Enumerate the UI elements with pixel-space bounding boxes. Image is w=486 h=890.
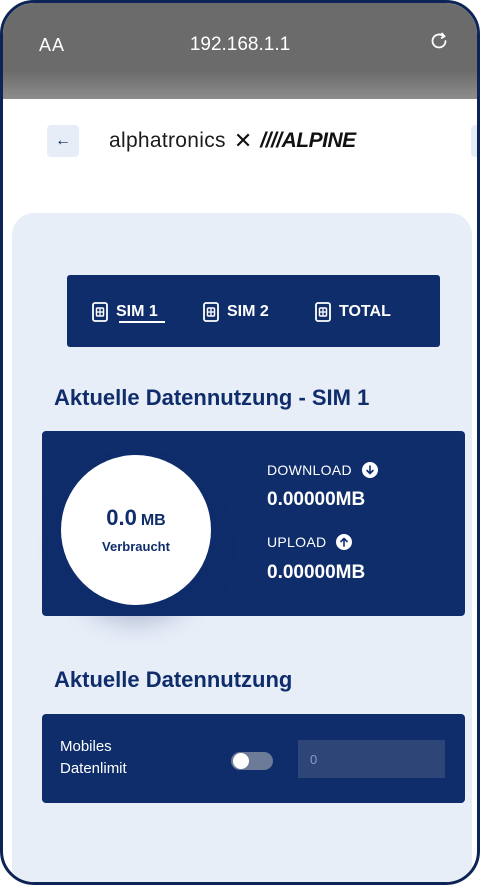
sim-card-icon xyxy=(315,302,331,322)
hamburger-icon: ≡ xyxy=(479,133,480,150)
download-label: DOWNLOAD xyxy=(267,462,352,478)
limit-title: Aktuelle Datennutzung xyxy=(54,667,293,692)
phone-screen: AA 192.168.1.1 ← alphatronics ✕ ////ALPI… xyxy=(0,0,486,890)
used-circle: 0.0 MB Verbraucht xyxy=(61,455,211,605)
tab-sim-2[interactable]: SIM 2 xyxy=(203,297,269,327)
tab-sim-1-label: SIM 1 xyxy=(116,303,158,320)
address-bar-shade xyxy=(3,71,477,99)
used-value-row: 0.0 MB xyxy=(61,505,211,531)
upload-label: UPLOAD xyxy=(267,534,327,550)
sim-card-icon xyxy=(203,302,219,322)
logo-cross-icon: ✕ xyxy=(233,128,253,153)
browser-address-bar: AA 192.168.1.1 xyxy=(3,3,477,99)
mobile-limit-label-line1: Mobiles xyxy=(60,738,112,755)
back-arrow-icon: ← xyxy=(55,132,71,149)
url-field[interactable]: 192.168.1.1 xyxy=(3,34,477,56)
upload-value: 0.00000MB xyxy=(267,562,366,583)
sim-card-icon xyxy=(92,302,108,322)
logo-alpine: ////ALPINE xyxy=(260,129,356,152)
download-value: 0.00000MB xyxy=(267,489,366,510)
limit-input[interactable] xyxy=(298,740,445,778)
toggle-knob xyxy=(233,753,249,769)
tab-sim-2-label: SIM 2 xyxy=(227,303,269,320)
used-label: Verbraucht xyxy=(102,539,170,554)
used-value: 0.0 xyxy=(106,505,137,530)
mobile-limit-label: Mobiles Datenlimit xyxy=(60,736,127,780)
device-frame: AA 192.168.1.1 ← alphatronics ✕ ////ALPI… xyxy=(0,0,480,885)
download-arrow-icon xyxy=(361,462,378,478)
upload-label-row: UPLOAD xyxy=(267,534,353,550)
limit-toggle[interactable] xyxy=(231,752,273,770)
tab-total-label: TOTAL xyxy=(339,303,391,320)
usage-title: Aktuelle Datennutzung - SIM 1 xyxy=(54,385,370,410)
upload-arrow-icon xyxy=(336,534,353,550)
used-unit: MB xyxy=(140,512,166,529)
mobile-limit-label-line2: Datenlimit xyxy=(60,760,127,777)
logo-alphatronics: alphatronics xyxy=(109,129,226,152)
sim-tabs: SIM 1 SIM 2 TOTAL xyxy=(67,275,440,347)
download-label-row: DOWNLOAD xyxy=(267,462,378,478)
back-button[interactable]: ← xyxy=(47,125,79,157)
tab-total[interactable]: TOTAL xyxy=(315,297,391,327)
brand-logo: alphatronics ✕ ////ALPINE xyxy=(109,125,356,157)
menu-button[interactable]: ≡ xyxy=(471,125,480,157)
reload-icon[interactable] xyxy=(427,29,451,53)
active-tab-indicator xyxy=(119,321,165,323)
